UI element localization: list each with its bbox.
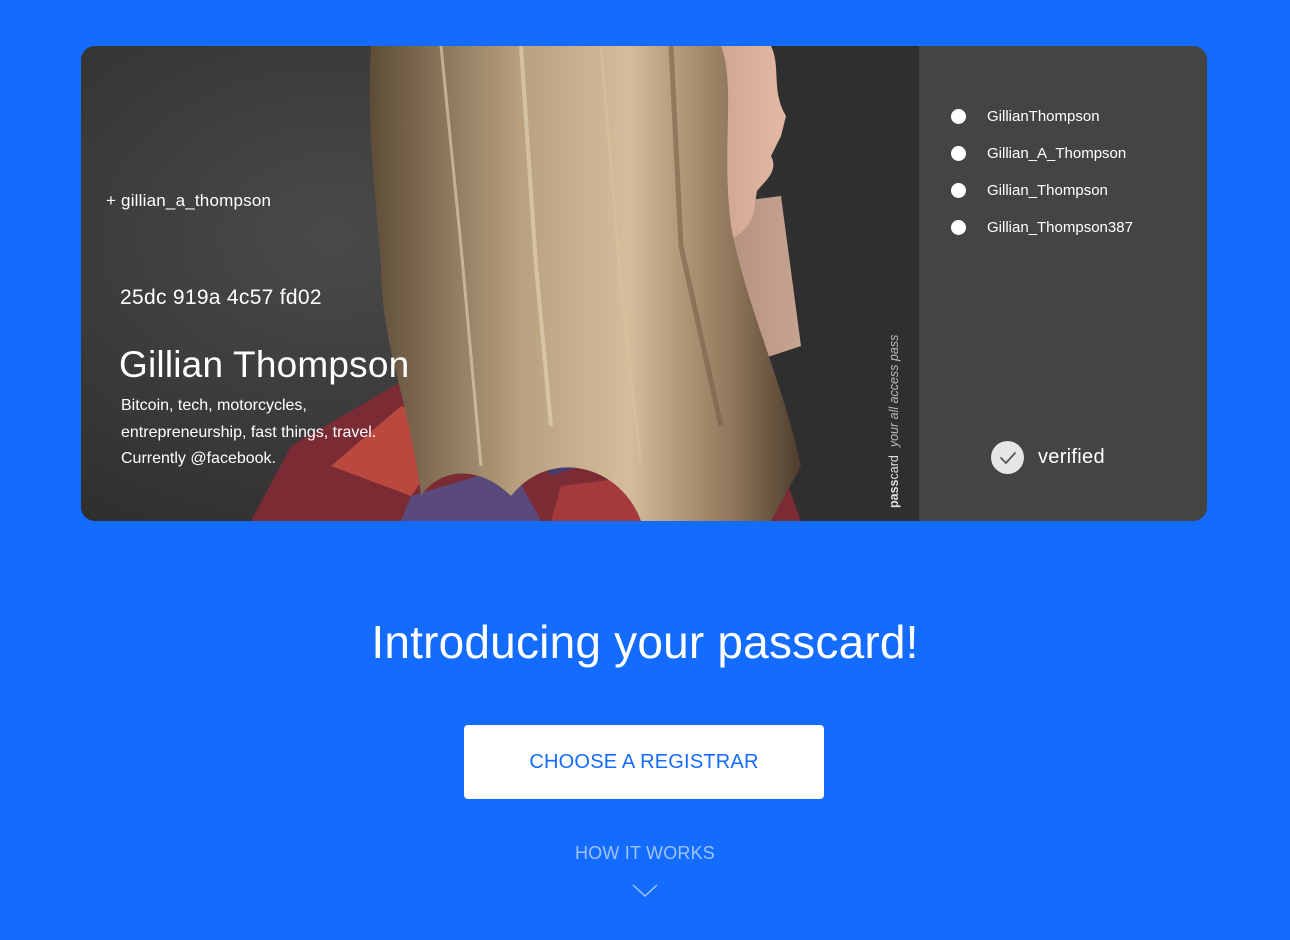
- bio-line: Bitcoin, tech, motorcycles,: [121, 397, 307, 414]
- checkmark-icon: [991, 441, 1024, 474]
- page-headline: Introducing your passcard!: [371, 616, 919, 668]
- passcard: + gillian_a_thompson 25dc 919a 4c57 fd02…: [81, 46, 1207, 521]
- verified-badge: verified: [991, 441, 1105, 474]
- verified-label: verified: [1038, 446, 1105, 468]
- bio-line: Currently @facebook.: [121, 450, 276, 467]
- profile-name: Gillian Thompson: [119, 344, 410, 385]
- alias-item: Gillian_Thompson: [951, 172, 1133, 209]
- alias-item: GillianThompson: [951, 98, 1133, 135]
- how-it-works-link[interactable]: HOW IT WORKS: [0, 843, 1290, 864]
- passcard-brand: passcard your all access pass: [887, 318, 909, 508]
- alias-list: GillianThompson Gillian_A_Thompson Gilli…: [951, 98, 1133, 246]
- chevron-down-icon[interactable]: [632, 884, 658, 898]
- profile-bio: Bitcoin, tech, motorcycles, entrepreneur…: [121, 393, 376, 473]
- brand-card: card: [887, 455, 901, 480]
- bio-line: entrepreneurship, fast things, travel.: [121, 423, 377, 441]
- profile-photo: + gillian_a_thompson 25dc 919a 4c57 fd02…: [81, 46, 919, 521]
- choose-registrar-button[interactable]: CHOOSE A REGISTRAR: [464, 725, 824, 799]
- brand-tagline: your all access pass: [887, 334, 901, 448]
- alias-label: Gillian_Thompson387: [987, 219, 1133, 236]
- dot-icon: [951, 183, 966, 198]
- dot-icon: [951, 220, 966, 235]
- alias-item: Gillian_Thompson387: [951, 209, 1133, 246]
- dot-icon: [951, 109, 966, 124]
- alias-item: Gillian_A_Thompson: [951, 135, 1133, 172]
- alias-label: Gillian_A_Thompson: [987, 145, 1127, 162]
- key-fingerprint: 25dc 919a 4c57 fd02: [120, 286, 322, 309]
- dot-icon: [951, 146, 966, 161]
- brand-pass: pass: [887, 479, 901, 509]
- alias-panel: GillianThompson Gillian_A_Thompson Gilli…: [919, 46, 1207, 521]
- alias-label: GillianThompson: [987, 108, 1100, 125]
- username-handle: + gillian_a_thompson: [106, 191, 272, 210]
- alias-label: Gillian_Thompson: [987, 182, 1108, 199]
